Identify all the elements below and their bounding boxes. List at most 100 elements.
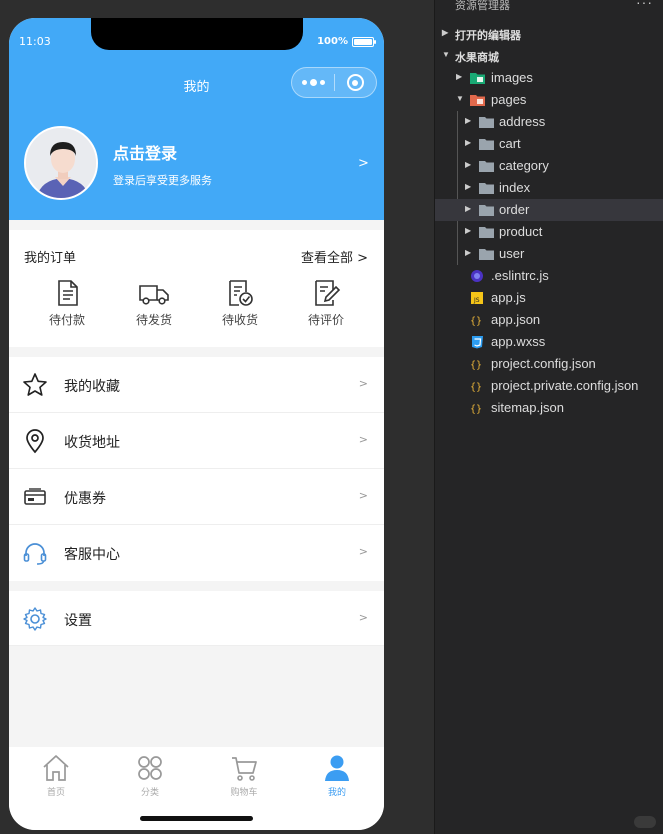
gear-icon (23, 607, 47, 631)
review-pen-icon (315, 280, 341, 306)
section-label: 打开的编辑器 (455, 30, 521, 42)
tree-item-user[interactable]: ▶ user (435, 243, 663, 265)
star-icon (23, 373, 47, 396)
section-label: 水果商城 (455, 52, 499, 64)
document-icon (58, 280, 78, 306)
menu-item-label: 优惠券 (64, 491, 106, 507)
explorer-title: 资源管理器 (455, 0, 510, 12)
login-title[interactable]: 点击登录 (113, 140, 177, 164)
folder-icon (479, 181, 494, 195)
chevron-right-icon: ▶ (465, 182, 472, 191)
folder-icon (479, 203, 494, 217)
tree-item-pages[interactable]: ▼ pages (435, 89, 663, 111)
json-file-icon: {} (470, 401, 485, 415)
tree-item-label: cart (499, 136, 521, 151)
order-pending-payment[interactable]: 待付款 (37, 278, 97, 328)
folder-icon (479, 247, 494, 261)
menu-item-label: 我的收藏 (64, 379, 120, 395)
tree-item-address[interactable]: ▶ address (435, 111, 663, 133)
tab-profile[interactable]: 我的 (290, 753, 384, 798)
svg-text:{}: {} (470, 316, 482, 327)
order-pending-review[interactable]: 待评价 (296, 278, 356, 328)
menu-item-customer-service[interactable]: 客服中心 > (9, 525, 384, 581)
menu-item-settings[interactable]: 设置 > (9, 591, 384, 646)
chevron-right-icon: > (358, 545, 368, 558)
headset-icon (23, 543, 47, 565)
login-subtitle: 登录后享受更多服务 (113, 174, 212, 187)
tree-item-label: project.private.config.json (491, 378, 639, 393)
tree-item-label: .eslintrc.js (491, 268, 549, 283)
menu-item-favorites[interactable]: 我的收藏 > (9, 357, 384, 413)
tree-item-sitemap-json[interactable]: {} sitemap.json (435, 397, 663, 419)
tree-item-label: user (499, 246, 525, 261)
tree-item-app-json[interactable]: {} app.json (435, 309, 663, 331)
more-dots-icon[interactable] (292, 68, 334, 97)
orders-title: 我的订单 (24, 251, 77, 266)
chevron-right-icon: > (358, 433, 368, 446)
menu-item-label: 客服中心 (64, 547, 120, 563)
home-icon (43, 755, 69, 781)
menu-item-label: 收货地址 (64, 435, 120, 451)
tree-item-category[interactable]: ▶ category (435, 155, 663, 177)
tab-cart[interactable]: 购物车 (197, 753, 291, 798)
tab-label: 我的 (327, 788, 346, 798)
login-arrow[interactable]: > (358, 156, 369, 171)
chevron-right-icon: ▶ (465, 226, 472, 235)
folder-pages-icon (470, 93, 485, 107)
order-label: 待发货 (135, 313, 172, 327)
status-time: 11:03 (19, 35, 51, 48)
folder-images-icon (470, 71, 485, 85)
user-icon (325, 755, 349, 781)
truck-icon (139, 285, 169, 305)
more-actions-icon[interactable]: ··· (636, 0, 653, 10)
svg-text:{}: {} (470, 360, 482, 371)
tree-item-label: app.wxss (491, 334, 546, 349)
view-all-orders-link[interactable]: 查看全部 > (301, 247, 368, 266)
file-explorer: 资源管理器 ··· ▶ 打开的编辑器 ▼ 水果商城 ▶ images ▼ pages ▶… (434, 0, 663, 834)
tab-category[interactable]: 分类 (103, 753, 197, 798)
tree-item-order[interactable]: ▶ order (435, 199, 663, 221)
tab-label: 分类 (140, 788, 159, 798)
folder-icon (479, 225, 494, 239)
tree-item-project-private-config-json[interactable]: {} project.private.config.json (435, 375, 663, 397)
tree-item-cart[interactable]: ▶ cart (435, 133, 663, 155)
tree-item-label: sitemap.json (491, 400, 564, 415)
tree-item-label: app.js (491, 290, 526, 305)
tree-item-app-wxss[interactable]: app.wxss (435, 331, 663, 353)
tree-item-index[interactable]: ▶ index (435, 177, 663, 199)
tree-item-label: pages (491, 92, 527, 107)
order-label: 待付款 (48, 313, 85, 327)
coupon-icon (24, 488, 46, 505)
svg-text:{}: {} (470, 404, 482, 415)
tree-item-product[interactable]: ▶ product (435, 221, 663, 243)
status-battery: 100% (317, 36, 376, 47)
tree-item-eslintrc-js[interactable]: .eslintrc.js (435, 265, 663, 287)
checklist-icon (229, 280, 253, 306)
close-target-icon[interactable] (335, 68, 376, 97)
project-section[interactable]: ▼ 水果商城 (435, 45, 663, 67)
phone-notch (91, 18, 303, 50)
tree-item-project-config-json[interactable]: {} project.config.json (435, 353, 663, 375)
menu-item-coupons[interactable]: 优惠券 > (9, 469, 384, 525)
tree-item-app-js[interactable]: JS app.js (435, 287, 663, 309)
avatar[interactable] (24, 126, 98, 200)
menu-item-address[interactable]: 收货地址 > (9, 413, 384, 469)
folder-icon (479, 115, 494, 129)
order-pending-shipment[interactable]: 待发货 (124, 278, 184, 328)
tree-item-label: project.config.json (491, 356, 596, 371)
chevron-right-icon: ▶ (465, 160, 472, 169)
menu-item-label: 设置 (64, 613, 92, 629)
svg-text:JS: JS (473, 297, 480, 304)
open-editors-section[interactable]: ▶ 打开的编辑器 (435, 23, 663, 45)
tab-home[interactable]: 首页 (9, 753, 103, 798)
watermark-badge (634, 816, 656, 828)
home-indicator (140, 816, 253, 821)
cart-icon (232, 757, 257, 781)
order-pending-receipt[interactable]: 待收货 (210, 278, 270, 328)
tree-item-label: index (499, 180, 531, 195)
tab-label: 购物车 (230, 788, 258, 798)
folder-icon (479, 159, 494, 173)
tree-item-images[interactable]: ▶ images (435, 67, 663, 89)
tree-item-label: app.json (491, 312, 541, 327)
folder-icon (479, 137, 494, 151)
